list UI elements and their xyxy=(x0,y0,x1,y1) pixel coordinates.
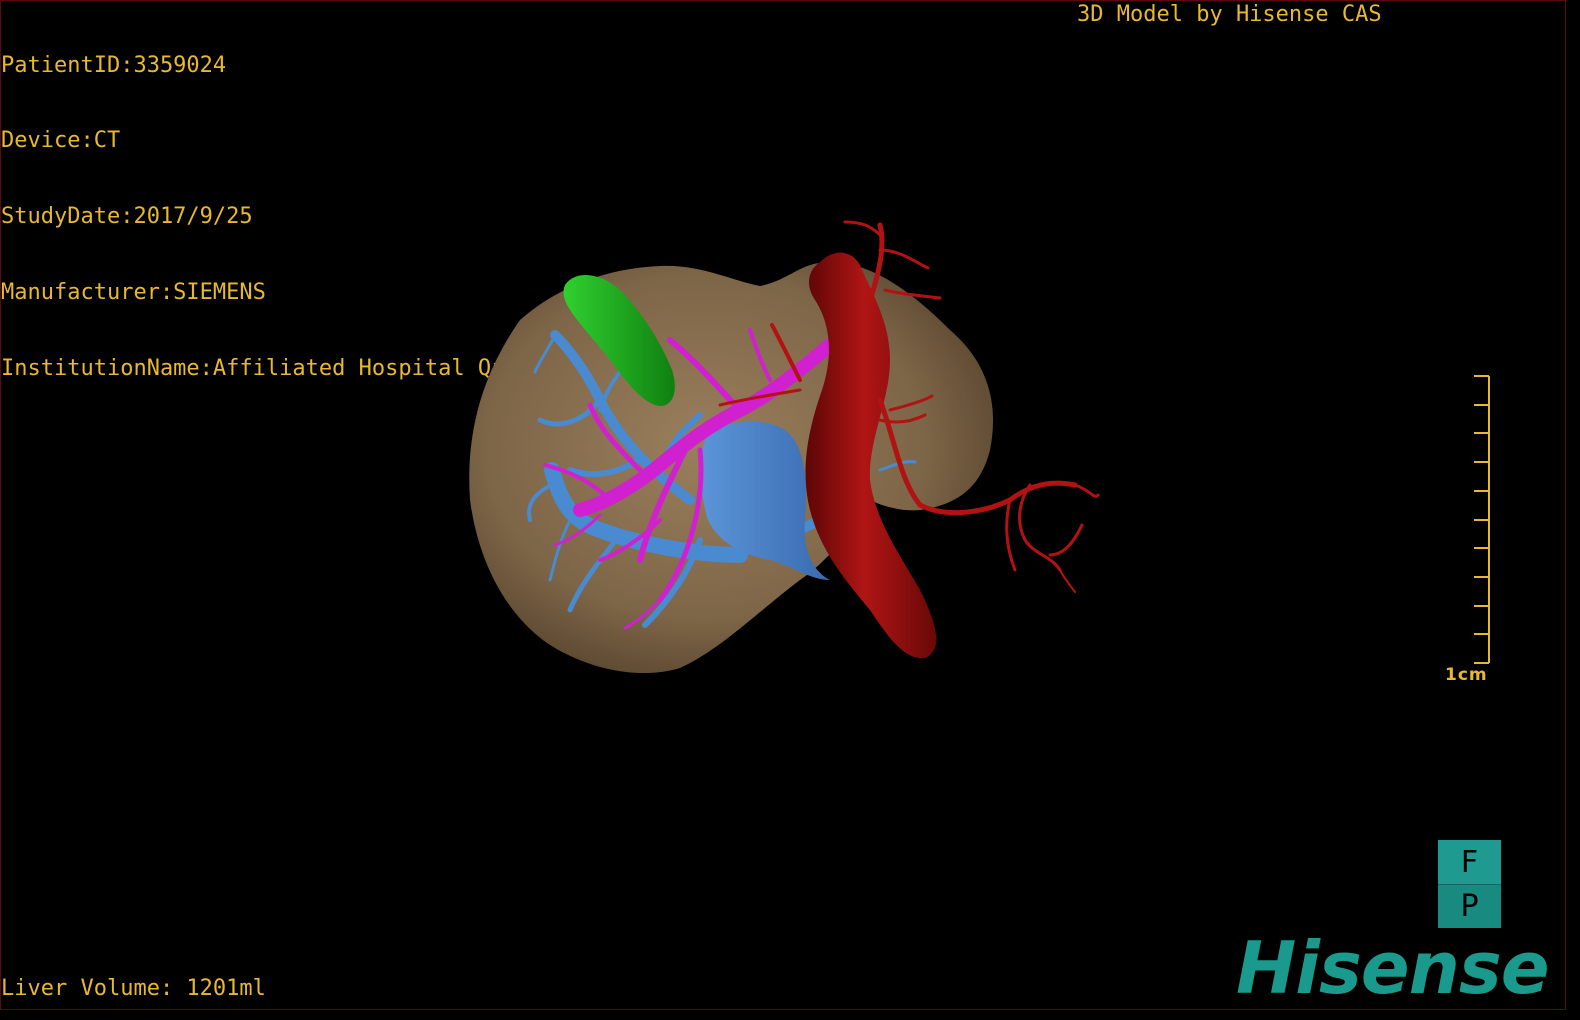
liver-volume: Liver Volume: 1201ml xyxy=(1,976,266,1001)
orientation-cube[interactable]: F P xyxy=(1438,840,1501,928)
scale-bar xyxy=(1474,375,1490,664)
liver-3d-model-viewport[interactable] xyxy=(0,0,1580,1020)
hisense-logo: Hisense xyxy=(1236,926,1550,1010)
orientation-top-label: F xyxy=(1438,840,1501,884)
scale-bar-label: 1cm xyxy=(1445,665,1488,685)
orientation-bottom-label: P xyxy=(1438,884,1501,928)
